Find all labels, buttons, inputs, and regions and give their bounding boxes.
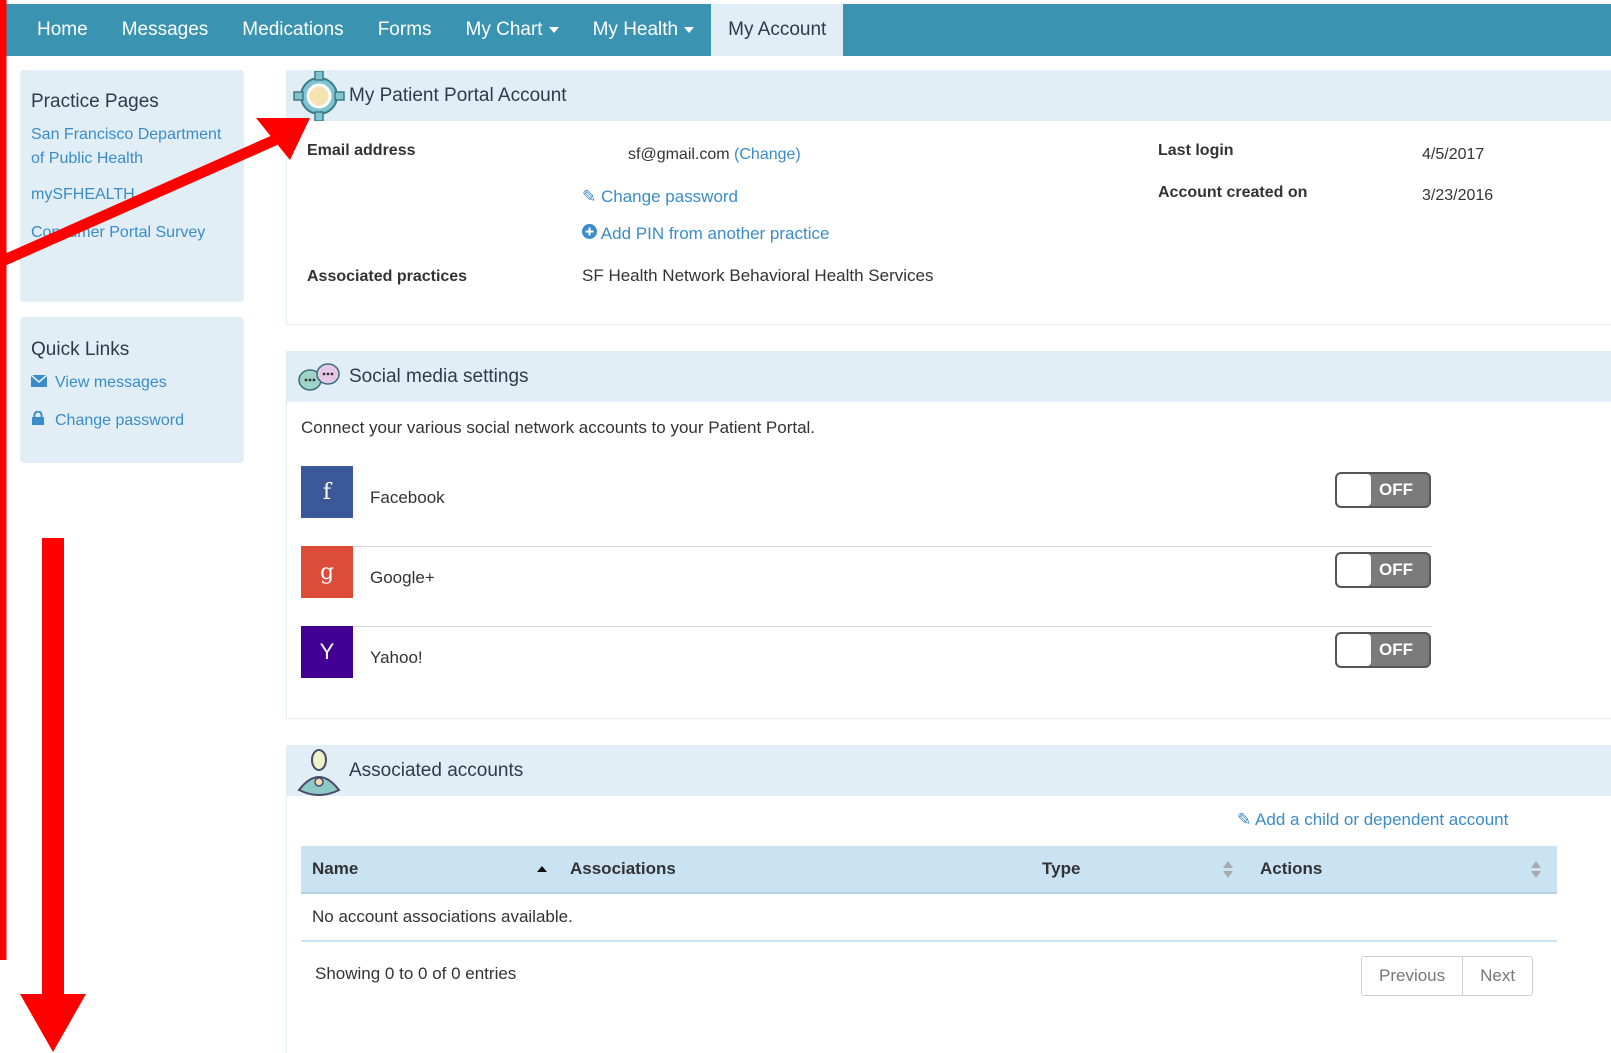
col-name-label: Name: [312, 859, 359, 878]
edit-icon: ✎: [582, 187, 597, 206]
quick-link-view-messages[interactable]: View messages: [30, 371, 234, 395]
sort-icon: [1223, 861, 1233, 879]
col-associations-label: Associations: [570, 859, 676, 878]
add-dependent-label: Add a child or dependent account: [1255, 810, 1509, 829]
change-password-label: Change password: [600, 187, 739, 206]
nav-messages-label: Messages: [121, 19, 209, 40]
previous-button[interactable]: Previous: [1362, 957, 1462, 995]
add-dependent-link[interactable]: ✎ Add a child or dependent account: [1237, 810, 1508, 830]
last-login-label: Last login: [1158, 142, 1234, 159]
last-login-value: 4/5/2017: [1422, 146, 1485, 163]
chevron-down-icon: [684, 27, 695, 33]
social-name-facebook: Facebook: [370, 488, 445, 507]
nav-messages[interactable]: Messages: [105, 4, 226, 56]
nav-home[interactable]: Home: [6, 4, 105, 56]
col-type-label: Type: [1042, 859, 1081, 878]
nav-my-account[interactable]: My Account: [711, 4, 844, 56]
chat-bubbles-icon: [293, 360, 345, 402]
quick-link-change-password-label: Change password: [55, 412, 184, 429]
associated-panel: Associated accounts ✎ Add a child or dep…: [286, 745, 1611, 1053]
email-value: sf@gmail.com: [628, 146, 730, 163]
practice-link-mysfhealth[interactable]: mySFHEALTH: [31, 183, 234, 207]
practices-value: SF Health Network Behavioral Health Serv…: [582, 266, 934, 285]
social-panel-title: Social media settings: [349, 366, 529, 387]
google-toggle[interactable]: OFF: [1335, 552, 1431, 588]
entries-info: Showing 0 to 0 of 0 entries: [315, 964, 517, 983]
yahoo-toggle-label: OFF: [1379, 640, 1413, 659]
google-toggle-label: OFF: [1379, 560, 1413, 579]
quick-links-box: Quick Links View messages Change passwor…: [20, 317, 244, 463]
social-row-facebook: f Facebook OFF: [301, 466, 1432, 547]
social-panel: Social media settings Connect your vario…: [286, 351, 1611, 719]
user-icon: [293, 746, 345, 802]
nav-medications[interactable]: Medications: [225, 4, 360, 56]
nav-forms-label: Forms: [377, 19, 432, 40]
social-row-yahoo: Y Yahoo! OFF: [301, 626, 1432, 706]
social-name-yahoo: Yahoo!: [370, 648, 423, 667]
quick-link-view-messages-label: View messages: [55, 374, 167, 391]
change-email-link[interactable]: (Change): [734, 146, 801, 163]
nav-medications-label: Medications: [242, 19, 344, 40]
gear-icon: [293, 70, 345, 127]
social-row-google: g Google+ OFF: [301, 546, 1432, 627]
col-actions[interactable]: Actions: [1249, 846, 1557, 894]
social-panel-header: Social media settings: [287, 352, 1611, 402]
associated-panel-title: Associated accounts: [349, 760, 524, 781]
facebook-toggle-label: OFF: [1379, 480, 1413, 499]
email-value-row: sf@gmail.com (Change): [628, 146, 801, 164]
account-panel: My Patient Portal Account Email address …: [286, 70, 1611, 325]
chevron-down-icon: [548, 27, 559, 33]
quick-link-change-password[interactable]: Change password: [31, 409, 234, 433]
practice-link-sfdph[interactable]: San Francisco Department of Public Healt…: [31, 123, 234, 171]
empty-message: No account associations available.: [301, 893, 1557, 942]
lock-icon: [31, 409, 49, 433]
facebook-toggle[interactable]: OFF: [1335, 472, 1431, 508]
email-label: Email address: [307, 142, 416, 159]
col-associations[interactable]: Associations: [559, 846, 1031, 894]
add-pin-label: Add PIN from another practice: [600, 224, 830, 243]
google-plus-icon: g: [301, 546, 353, 598]
col-name[interactable]: Name: [301, 846, 559, 894]
pagination: Previous Next: [1361, 956, 1534, 996]
nav-my-chart[interactable]: My Chart: [449, 4, 576, 56]
yahoo-toggle[interactable]: OFF: [1335, 632, 1431, 668]
quick-links-title: Quick Links: [31, 339, 130, 360]
envelope-icon: [30, 371, 49, 395]
nav-home-label: Home: [37, 19, 88, 40]
account-panel-title: My Patient Portal Account: [349, 85, 567, 106]
practice-pages-box: Practice Pages San Francisco Department …: [20, 70, 244, 302]
practices-label: Associated practices: [307, 268, 468, 285]
next-button[interactable]: Next: [1462, 957, 1532, 995]
nav-my-health-label: My Health: [592, 19, 679, 40]
practice-pages-title: Practice Pages: [31, 91, 159, 112]
nav-my-health[interactable]: My Health: [576, 4, 712, 56]
change-password-link[interactable]: ✎ Change password: [582, 187, 738, 207]
col-type[interactable]: Type: [1031, 846, 1249, 894]
nav-forms[interactable]: Forms: [361, 4, 449, 56]
yahoo-icon: Y: [301, 626, 353, 678]
plus-circle-icon: [582, 224, 597, 243]
edit-icon: ✎: [1237, 810, 1252, 829]
top-navbar: Home Messages Medications Forms My Chart…: [6, 4, 1611, 56]
sort-ascending-icon: [537, 866, 547, 872]
practice-link-survey[interactable]: Consumer Portal Survey: [31, 221, 234, 245]
created-label: Account created on: [1158, 184, 1308, 201]
sort-icon: [1531, 861, 1541, 879]
social-description: Connect your various social network acco…: [301, 418, 816, 437]
nav-my-account-label: My Account: [728, 19, 827, 40]
social-name-google: Google+: [370, 568, 435, 587]
nav-my-chart-label: My Chart: [465, 19, 543, 40]
table-row: No account associations available.: [301, 893, 1557, 942]
associated-panel-header: Associated accounts: [287, 746, 1611, 796]
created-value: 3/23/2016: [1422, 187, 1494, 204]
annotation-arrowhead-down: [20, 994, 86, 1052]
col-actions-label: Actions: [1260, 859, 1323, 878]
account-panel-header: My Patient Portal Account: [287, 70, 1611, 122]
associated-accounts-table: Name Associations Type Actions No accoun…: [301, 846, 1557, 942]
facebook-icon: f: [301, 466, 353, 518]
add-pin-link[interactable]: Add PIN from another practice: [582, 224, 829, 244]
